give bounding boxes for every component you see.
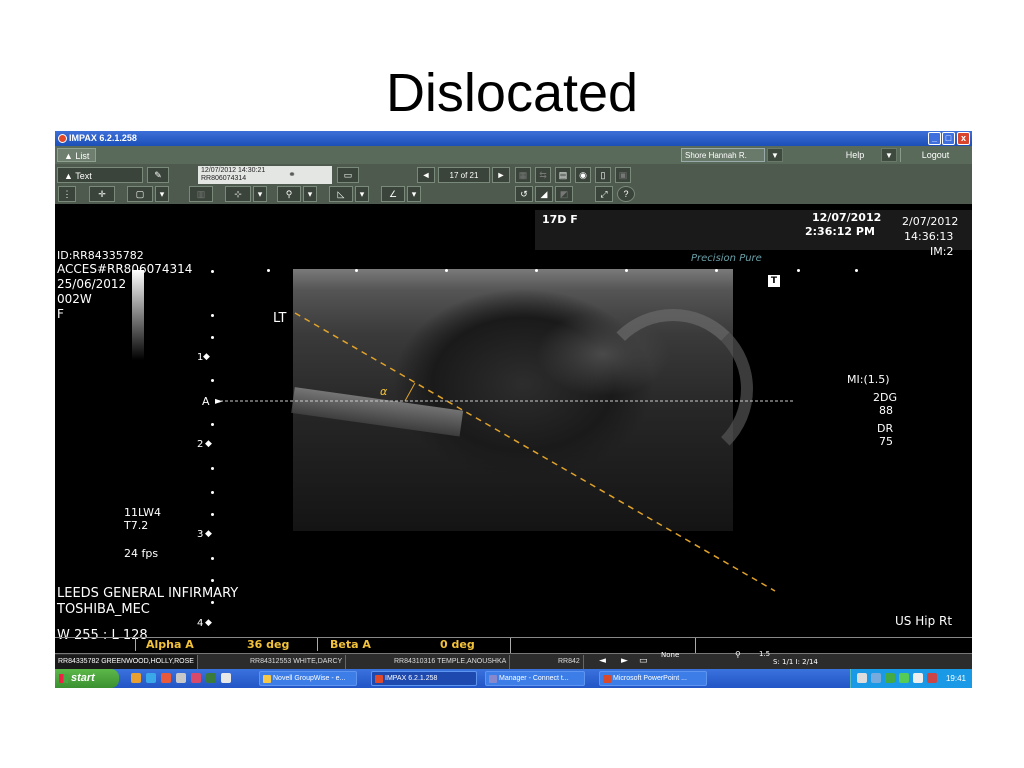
series-status: S: 1/1 I: 2/14 [773,658,818,666]
acetabular-roof-line [294,312,776,592]
impax-window: IMPAX 6.2.1.258 _ □ x ▲ List Shore Hanna… [55,131,972,688]
angle-divider [695,638,696,654]
quicklaunch-icon[interactable] [161,673,171,683]
quicklaunch-icon[interactable] [146,673,156,683]
tray-icon[interactable] [927,673,937,683]
tray-icon[interactable] [899,673,909,683]
angle-divider [510,638,511,654]
start-button[interactable]: start [55,669,119,688]
alpha-label: Alpha A [135,638,194,651]
zoom-level: 1.5 [759,650,771,658]
taskbar-item[interactable]: Microsoft PowerPoint ... [599,671,707,686]
zoom-icon: ⚲ [735,650,741,659]
windows-taskbar: start Novell GroupWise - e... IMPAX 6.2.… [55,669,972,688]
probe-name: 11LW4 [124,506,161,519]
slide-title: Dislocated [385,63,639,123]
alpha-angle-arc [404,382,416,402]
taskbar-item-label: Manager - Connect t... [499,675,569,682]
groupwise-icon [263,675,271,683]
taskbar-item-label: Novell GroupWise - e... [273,675,346,682]
powerpoint-icon [603,675,611,683]
angle-measure-bar: Alpha A 36 deg Beta A 0 deg [55,637,972,654]
quicklaunch-icon[interactable] [191,673,201,683]
beta-value: 0 deg [440,638,475,651]
beta-label: Beta A [317,638,371,651]
frame-rate: 24 fps [124,547,159,560]
patient-tab[interactable]: RR84312553 WHITE,DARCY [247,655,347,669]
taskbar-item-label: IMPAX 6.2.1.258 [385,675,438,682]
windows-flag-icon [59,674,68,683]
quicklaunch-icon[interactable] [131,673,141,683]
none-label: None [661,651,680,659]
taskbar-item[interactable]: Manager - Connect t... [485,671,585,686]
alpha-value: 36 deg [247,638,290,651]
tab-next-icon[interactable]: ► [621,656,628,666]
tray-icon[interactable] [913,673,923,683]
patient-tabs-bar: RR84335782 GREENWOOD,HOLLY,ROSE RR843125… [55,650,972,669]
region-label: US Hip Rt [895,614,953,628]
transmit-frequency: T7.2 [124,519,149,532]
measurement-overlay[interactable] [55,131,972,688]
tray-icon[interactable] [871,673,881,683]
tray-icon[interactable] [857,673,867,683]
patient-tab[interactable]: RR842 [555,655,584,669]
tray-icon[interactable] [885,673,895,683]
patient-tab[interactable]: RR84335782 GREENWOOD,HOLLY,ROSE [55,655,198,669]
patient-tab[interactable]: RR84310316 TEMPLE,ANOUSHKA [391,655,511,669]
quicklaunch-icon[interactable] [221,673,231,683]
quicklaunch-icon[interactable] [176,673,186,683]
taskbar-item[interactable]: IMPAX 6.2.1.258 [371,671,477,686]
taskbar-clock: 19:41 [945,674,966,683]
impax-icon [375,675,383,683]
tab-folder-icon[interactable]: ▭ [639,656,648,666]
quicklaunch-icon[interactable] [206,673,216,683]
manager-icon [489,675,497,683]
vendor-name: TOSHIBA_MEC [57,602,150,617]
taskbar-item-label: Microsoft PowerPoint ... [613,675,687,682]
system-tray: 19:41 [850,669,972,688]
taskbar-item[interactable]: Novell GroupWise - e... [259,671,357,686]
tab-prev-icon[interactable]: ◄ [599,656,606,666]
start-label: start [71,672,95,684]
hospital-name: LEEDS GENERAL INFIRMARY [57,586,239,601]
